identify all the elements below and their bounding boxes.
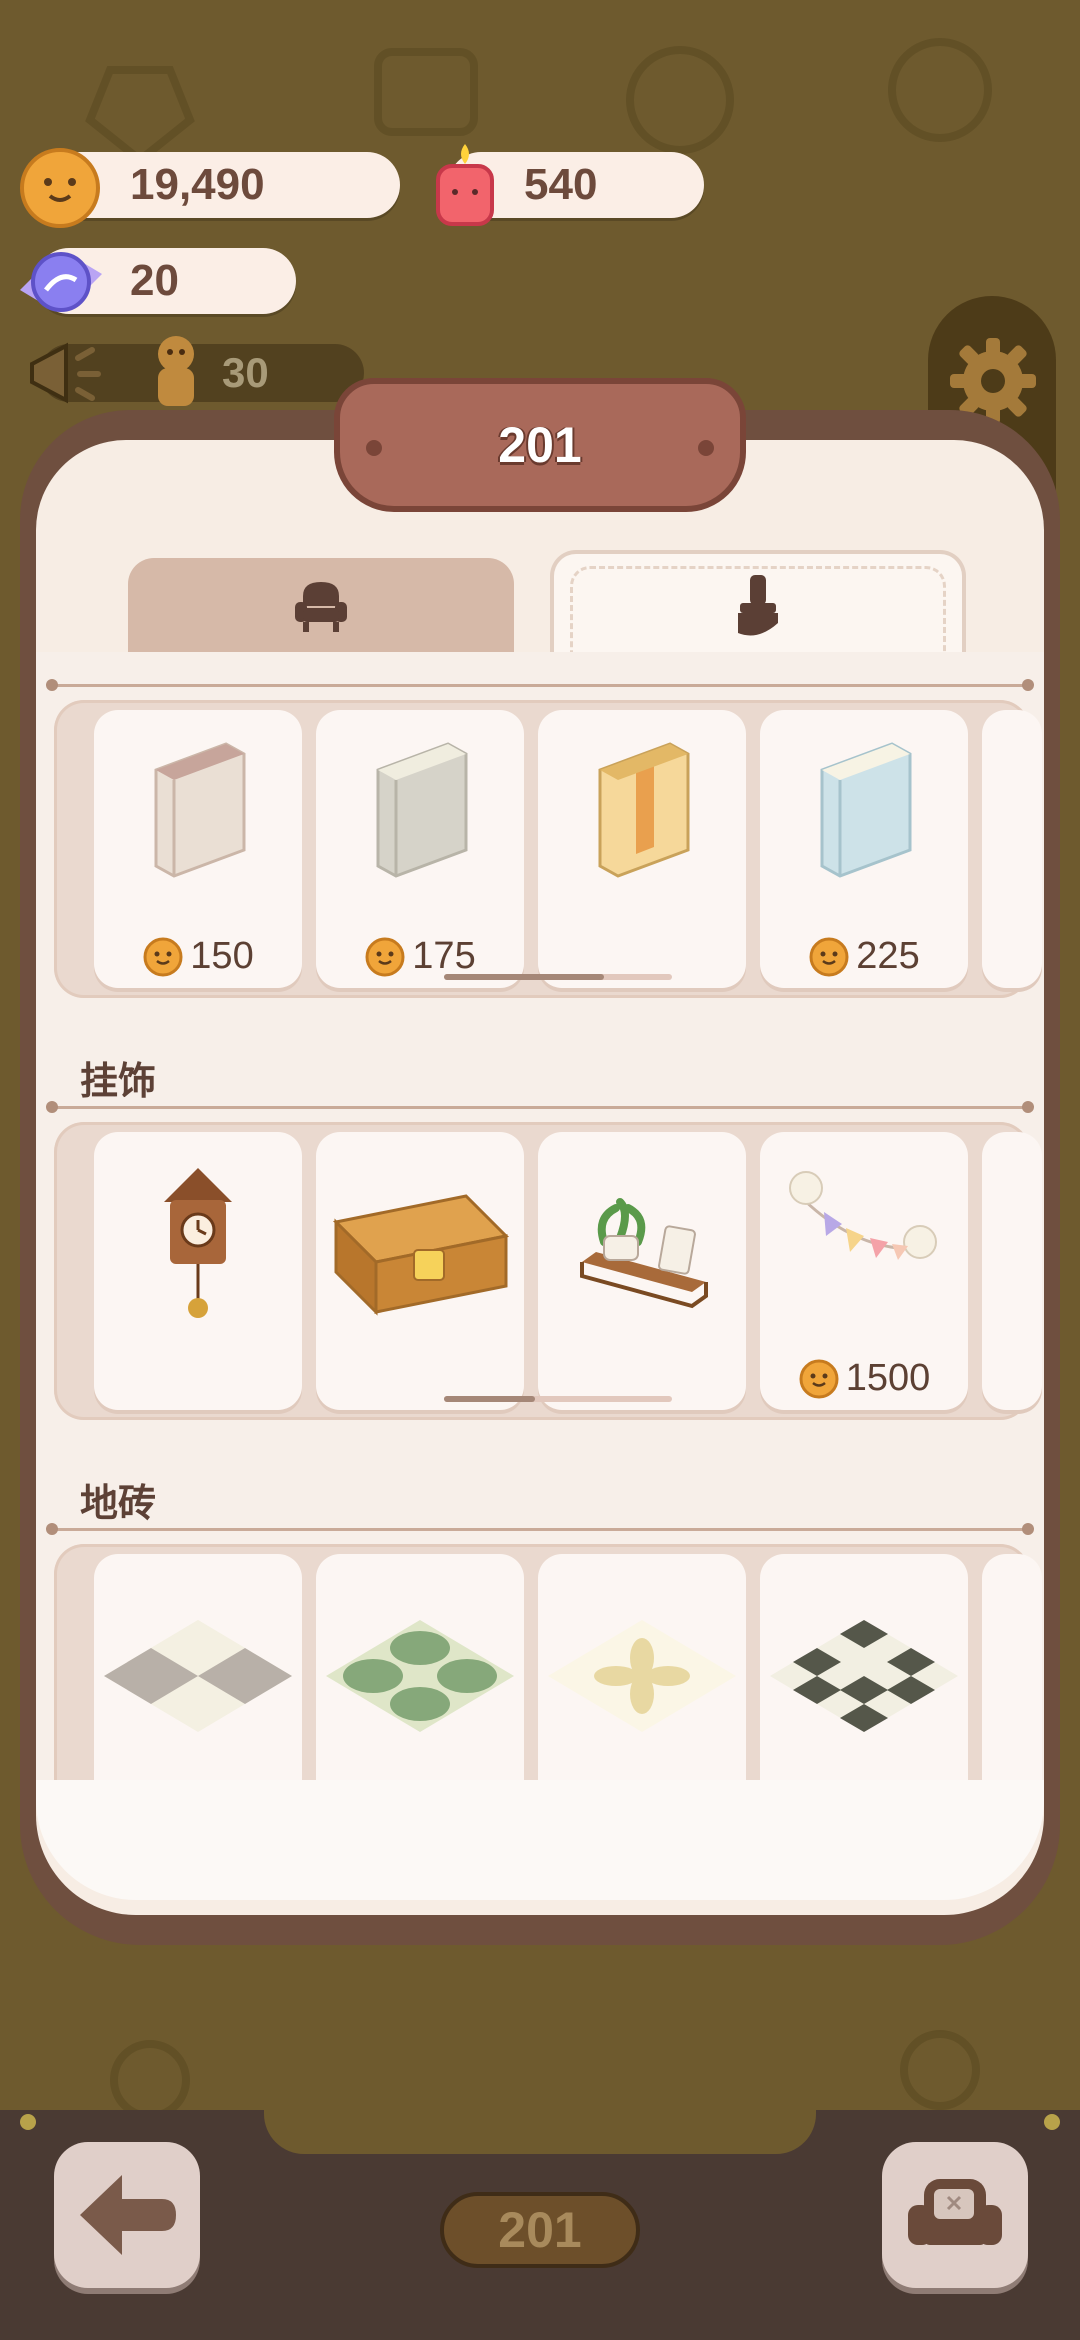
furniture-inventory-button[interactable] (882, 2142, 1028, 2288)
section-title-floor-tiles: 地砖 (80, 1483, 157, 1525)
tab-decor[interactable] (550, 550, 966, 658)
grey-wall-icon (376, 742, 468, 878)
paint-brush-icon (738, 575, 778, 636)
room-title-plate: 201 (334, 378, 746, 512)
bottom-bar-notch (264, 2104, 816, 2154)
shop-item-bunting-garland[interactable]: 1500 (760, 1132, 968, 1410)
cookie-coin-icon (809, 937, 849, 976)
striped-wall-icon (598, 742, 690, 878)
cookie-coin-icon (799, 1359, 839, 1398)
plant-shelf-icon (580, 1198, 708, 1309)
price-value: 150 (190, 935, 254, 977)
tab-furniture[interactable] (128, 558, 514, 654)
divider-hangings (46, 1101, 1034, 1113)
walls-shelf[interactable]: 150 175 225 (54, 700, 1042, 998)
gingerbread-icon (158, 336, 194, 406)
price-value: 225 (856, 935, 920, 977)
hangings-scrollbar[interactable] (444, 1396, 672, 1402)
section-title-hangings: 挂饰 (80, 1061, 157, 1103)
shop-item-cuckoo-clock[interactable] (94, 1132, 302, 1410)
price-label: 1500 (760, 1357, 968, 1400)
back-button[interactable] (54, 2142, 200, 2288)
walls-scrollbar[interactable] (444, 974, 672, 980)
bottom-bar-rivet-right (1044, 2114, 1060, 2130)
hangings-shelf[interactable]: 1500 (54, 1122, 1042, 1420)
back-arrow-icon (80, 2175, 176, 2255)
floor-tiles-shelf[interactable] (54, 1544, 1042, 1802)
shop-item-plant-shelf[interactable] (538, 1132, 746, 1410)
sofa-icon (908, 2179, 1002, 2245)
plate-bolt-left (366, 440, 382, 456)
blue-wall-icon (820, 742, 912, 878)
cookie-coin-icon (365, 937, 405, 976)
shop-item-partial[interactable] (982, 710, 1042, 988)
shop-item-partial[interactable] (982, 1132, 1042, 1410)
checker-tile-icon (104, 1620, 292, 1732)
green-circle-tile-icon (326, 1620, 514, 1732)
shop-item-checker-tile[interactable] (94, 1554, 302, 1802)
shop-item-cream-flower-tile[interactable] (538, 1554, 746, 1802)
cream-flower-tile-icon (548, 1620, 736, 1732)
price-label: 150 (94, 935, 302, 978)
room-number: 201 (498, 417, 582, 473)
price-value: 175 (412, 935, 476, 977)
shop-item-white-brick-wall[interactable]: 150 (94, 710, 302, 988)
white-brick-wall-icon (154, 742, 246, 878)
walls-scrollbar-thumb[interactable] (444, 974, 604, 980)
cookie-coin-icon (20, 148, 100, 228)
shop-item-striped-wall[interactable] (538, 710, 746, 988)
candy-icon (20, 252, 102, 312)
cuckoo-clock-icon (164, 1168, 232, 1318)
black-white-tile-icon (770, 1620, 958, 1732)
price-value: 1500 (845, 1357, 931, 1399)
cookie-coin-icon (143, 937, 183, 976)
hangings-scrollbar-thumb[interactable] (444, 1396, 536, 1402)
divider-top (46, 679, 1034, 691)
shop-item-grey-wall[interactable]: 175 (316, 710, 524, 988)
plate-bolt-right (698, 440, 714, 456)
shop-item-black-white-tile[interactable] (760, 1554, 968, 1802)
divider-floor-tiles (46, 1523, 1034, 1535)
panel-bottom (36, 1780, 1044, 1900)
candle-gem-icon (436, 144, 494, 226)
shop-item-blue-wall[interactable]: 225 (760, 710, 968, 988)
shop-item-partial[interactable] (982, 1554, 1042, 1802)
megaphone-icon[interactable] (22, 334, 110, 412)
shop-item-green-circle-tile[interactable] (316, 1554, 524, 1802)
wall-shelf-icon (332, 1194, 510, 1316)
room-badge: 201 (440, 2192, 640, 2268)
shop-content[interactable]: 150 175 225 挂饰 1500 地砖 (36, 652, 1044, 1802)
armchair-icon (295, 582, 347, 632)
bottom-bar-rivet-left (20, 2114, 36, 2130)
price-label: 175 (316, 935, 524, 978)
bunting-garland-icon (789, 1171, 937, 1260)
shop-item-wall-shelf[interactable] (316, 1132, 524, 1410)
price-label: 225 (760, 935, 968, 978)
